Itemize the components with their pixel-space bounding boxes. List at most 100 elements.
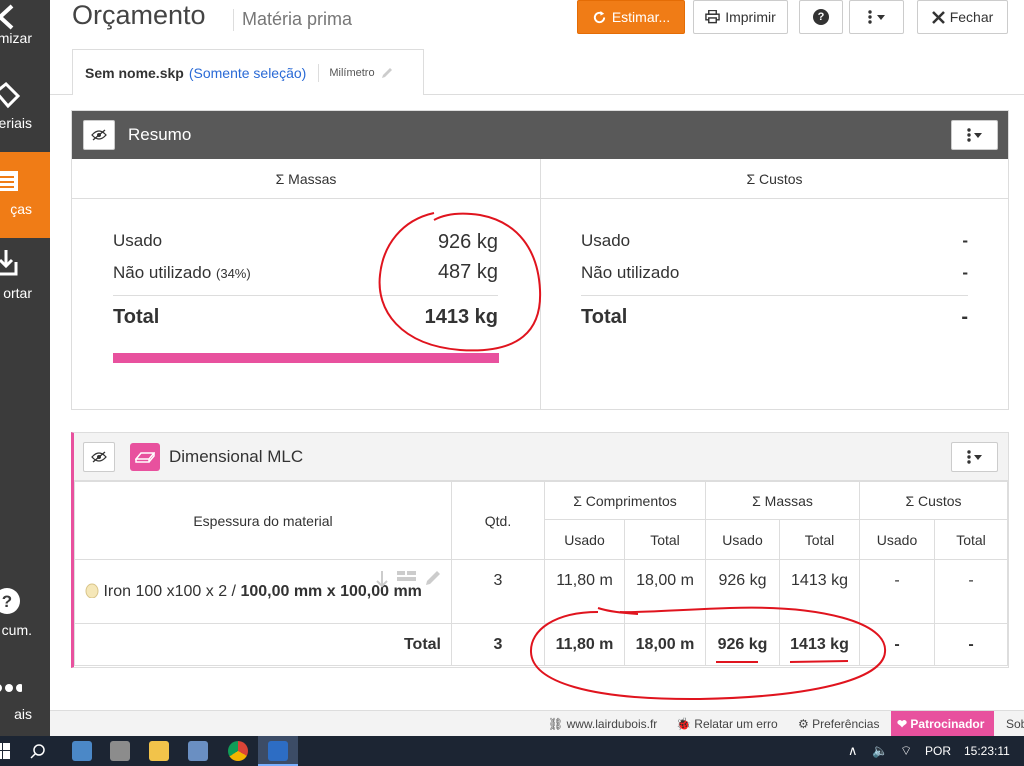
cost-total-divider: [581, 295, 968, 296]
unused-text: Não utilizado: [113, 263, 212, 282]
sidebar-item-more[interactable]: ais: [0, 668, 50, 736]
col-cost-used: Usado: [859, 519, 935, 560]
wifi-icon[interactable]: ⌔: [900, 743, 912, 759]
summary-panel: Resumo Σ Massas Σ Custos Usado 926 kg Nã…: [71, 110, 1009, 410]
total-row-cost-used: -: [859, 623, 935, 666]
folder-app-icon[interactable]: [149, 741, 169, 761]
row-mass-used: 926 kg: [705, 559, 780, 624]
summary-title: Resumo: [128, 125, 192, 144]
total-row-mass-total: 1413 kg: [779, 623, 860, 666]
row-qty: 3: [451, 559, 545, 624]
notes-app-icon[interactable]: [72, 741, 92, 761]
pencil-icon[interactable]: [425, 570, 441, 586]
col-cost-total: Total: [934, 519, 1008, 560]
chrome-app-icon[interactable]: [228, 741, 248, 761]
more-dots-icon: [0, 684, 22, 692]
col-len-total: Total: [624, 519, 706, 560]
tag-icon: [0, 81, 21, 109]
col-mass-used: Usado: [705, 519, 780, 560]
tab-file[interactable]: Sem nome.skp (Somente seleção) Milímetro: [72, 49, 424, 95]
used-label: Usado: [113, 231, 163, 250]
sidebar-item-label: mizar: [0, 30, 32, 46]
sidebar-item-docs[interactable]: ? cum.: [0, 580, 50, 666]
close-button[interactable]: Fechar: [917, 0, 1008, 34]
help-icon: ?: [813, 9, 829, 25]
estimate-label: Estimar...: [611, 9, 671, 25]
sidebar-item-label: eriais: [0, 115, 32, 131]
print-button[interactable]: Imprimir: [693, 0, 788, 34]
total-row-cost-total: -: [934, 623, 1008, 666]
footer-prefs-text: Preferências: [812, 717, 880, 731]
print-icon: [705, 10, 720, 24]
sidebar-item-export[interactable]: ortar: [0, 240, 50, 326]
calculator-app-icon[interactable]: [110, 741, 130, 761]
refresh-icon: [593, 10, 605, 23]
summary-menu-button[interactable]: [951, 120, 998, 150]
sidebar-item-minimize[interactable]: mizar: [0, 0, 50, 48]
total-row-len-used: 11,80 m: [544, 623, 625, 666]
windows-start-icon[interactable]: [0, 743, 10, 759]
row-mass-total: 1413 kg: [779, 559, 860, 624]
usage-bar-fill: [113, 353, 499, 363]
list-icon: [0, 171, 18, 191]
sidebar-item-parts[interactable]: ças: [0, 152, 50, 238]
cost-unused-value: -: [962, 263, 968, 282]
layout-icon[interactable]: [397, 570, 417, 582]
unused-value: 487 kg: [437, 261, 498, 283]
paint-app-icon[interactable]: [188, 741, 208, 761]
clock[interactable]: 15:23:11: [964, 744, 1010, 758]
hide-toggle-button[interactable]: [83, 120, 115, 150]
sketchup-taskbar-item[interactable]: [258, 736, 298, 766]
eye-slash-icon: [91, 451, 107, 462]
tab-filename: Sem nome.skp: [85, 64, 184, 81]
footer-site-link[interactable]: ⛓ www.lairdubois.fr: [548, 717, 657, 731]
unused-label: Não utilizado (34%): [113, 263, 251, 283]
material-table: Espessura do material Qtd. Σ Comprimento…: [74, 481, 1008, 666]
vertical-dots-icon: [967, 450, 971, 464]
total-row-mass-used: 926 kg: [705, 623, 780, 666]
search-icon[interactable]: [30, 743, 46, 759]
tray-chevron-up-icon[interactable]: ∧: [848, 743, 858, 759]
hide-toggle-button[interactable]: [83, 441, 115, 472]
material-menu-button[interactable]: [951, 442, 998, 472]
page-title: Orçamento: [72, 0, 206, 30]
footer-prefs-link[interactable]: ⚙ Preferências: [798, 717, 879, 731]
lumber-icon: [135, 451, 155, 463]
sponsor-button[interactable]: ❤ Patrocinador: [891, 711, 994, 737]
arrow-down-icon[interactable]: [375, 570, 389, 588]
pencil-icon[interactable]: [381, 67, 393, 79]
col-len-used: Usado: [544, 519, 625, 560]
more-menu-button[interactable]: [849, 0, 904, 34]
table-row[interactable]: Iron 100 x100 x 2 / 100,00 mm x 100,00 m…: [74, 559, 1008, 624]
material-type-icon: [130, 442, 160, 471]
row-len-used: 11,80 m: [544, 559, 625, 624]
total-row-len-total: 18,00 m: [624, 623, 706, 666]
estimate-button[interactable]: Estimar...: [577, 0, 685, 34]
total-row-label: Total: [74, 623, 452, 666]
vertical-dots-icon: [868, 10, 872, 24]
col-lengths-header: Σ Comprimentos: [544, 481, 706, 520]
sketchup-app-icon: [268, 741, 288, 761]
row-cost-used: -: [859, 559, 935, 624]
caret-down-icon: [877, 14, 885, 20]
sidebar-item-label: ortar: [3, 285, 32, 301]
column-divider: [540, 199, 541, 409]
row-cost-total: -: [934, 559, 1008, 624]
cost-unused-label: Não utilizado: [581, 263, 680, 282]
volume-icon[interactable]: 🔈: [872, 743, 888, 759]
total-value: 1413 kg: [424, 306, 498, 328]
row-thickness: Iron 100 x100 x 2 / 100,00 mm x 100,00 m…: [74, 559, 452, 624]
col-mass-total: Total: [779, 519, 860, 560]
footer-more-link[interactable]: Sob: [1006, 717, 1024, 731]
help-button[interactable]: ?: [799, 0, 843, 34]
tab-selection-link[interactable]: (Somente seleção): [189, 65, 307, 81]
material-name: Dimensional MLC: [169, 446, 304, 466]
total-divider: [113, 295, 498, 296]
language-indicator[interactable]: POR: [925, 744, 951, 758]
svg-text:?: ?: [2, 592, 12, 611]
footer-bug-link[interactable]: 🐞 Relatar um erro: [676, 717, 778, 731]
close-icon: [931, 10, 945, 24]
grain-icon: [85, 583, 99, 598]
sidebar-item-materials[interactable]: eriais: [0, 70, 50, 156]
total-row-qty: 3: [451, 623, 545, 666]
